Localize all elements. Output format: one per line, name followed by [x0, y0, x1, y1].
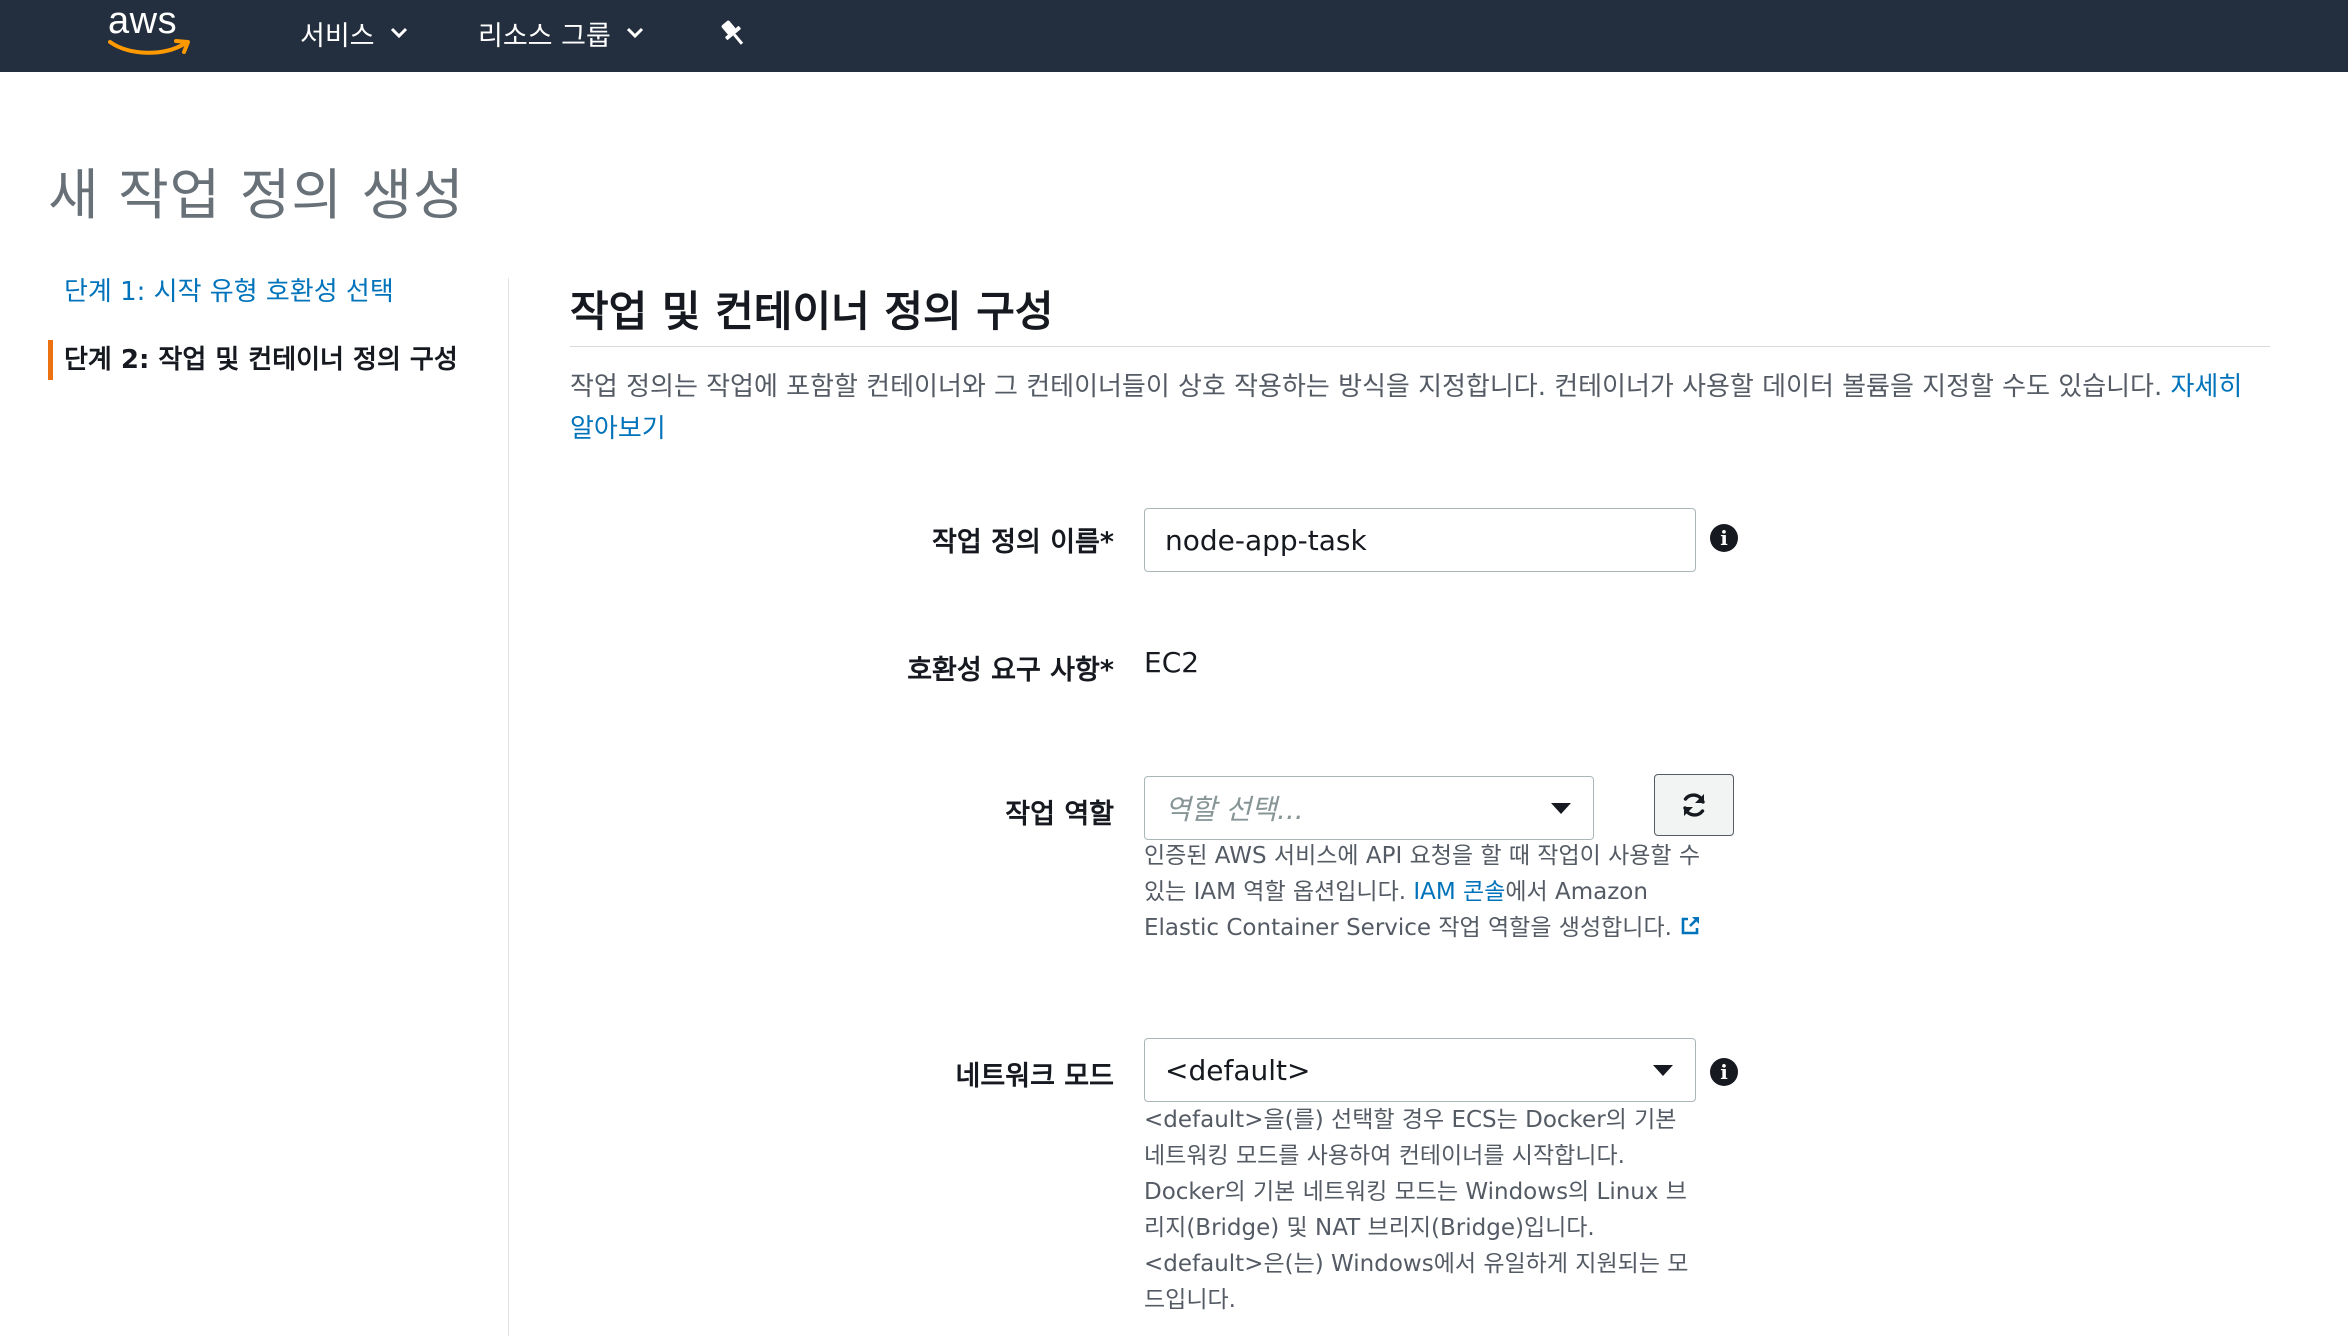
section-divider: [570, 346, 2270, 347]
compatibility-value: EC2: [1144, 646, 1200, 679]
chevron-down-icon: [389, 26, 409, 40]
section-title: 작업 및 컨테이너 정의 구성: [570, 287, 1054, 336]
section-description: 작업 정의는 작업에 포함할 컨테이너와 그 컨테이너들이 상호 작용하는 방식…: [570, 366, 2270, 450]
pin-icon[interactable]: [716, 16, 750, 54]
refresh-roles-button[interactable]: [1654, 774, 1734, 836]
step-2-current: 단계 2: 작업 및 컨테이너 정의 구성: [48, 340, 508, 380]
task-definition-name-label: 작업 정의 이름*: [932, 527, 1114, 558]
network-mode-select[interactable]: <default>: [1144, 1038, 1696, 1102]
external-link-icon[interactable]: [1678, 913, 1702, 949]
info-icon[interactable]: i: [1710, 524, 1738, 552]
section-description-text: 작업 정의는 작업에 포함할 컨테이너와 그 컨테이너들이 상호 작용하는 방식…: [570, 372, 2171, 402]
chevron-down-icon: [625, 26, 645, 40]
network-mode-value: <default>: [1165, 1053, 1311, 1087]
task-role-placeholder: 역할 선택...: [1165, 793, 1304, 826]
step-1-link[interactable]: 단계 1: 시작 유형 호환성 선택: [48, 272, 508, 312]
top-navigation-bar: aws 서비스 리소스 그룹: [0, 0, 2348, 72]
info-icon[interactable]: i: [1710, 1058, 1738, 1086]
refresh-icon: [1683, 793, 1705, 817]
services-menu[interactable]: 서비스: [300, 0, 409, 66]
aws-logo[interactable]: aws: [108, 0, 194, 62]
compatibility-label: 호환성 요구 사항*: [907, 655, 1114, 686]
resource-groups-menu-label: 리소스 그룹: [478, 20, 611, 52]
page-title: 새 작업 정의 생성: [48, 163, 465, 227]
network-mode-label: 네트워크 모드: [955, 1061, 1114, 1092]
task-role-help: 인증된 AWS 서비스에 API 요청을 할 때 작업이 사용할 수 있는 IA…: [1144, 838, 1704, 949]
caret-down-icon: [1551, 803, 1571, 814]
iam-console-link[interactable]: IAM 콘솔: [1413, 879, 1505, 905]
caret-down-icon: [1653, 1065, 1673, 1076]
task-definition-name-input[interactable]: [1144, 508, 1696, 572]
services-menu-label: 서비스: [300, 20, 375, 52]
task-role-label: 작업 역할: [1005, 799, 1114, 830]
aws-smile-icon: [108, 39, 190, 55]
resource-groups-menu[interactable]: 리소스 그룹: [478, 0, 645, 66]
wizard-steps: 단계 1: 시작 유형 호환성 선택 단계 2: 작업 및 컨테이너 정의 구성: [48, 272, 508, 380]
task-role-select[interactable]: 역할 선택...: [1144, 776, 1594, 840]
network-mode-help: <default>을(를) 선택할 경우 ECS는 Docker의 기본 네트워…: [1144, 1107, 1689, 1313]
vertical-divider: [508, 278, 509, 1336]
